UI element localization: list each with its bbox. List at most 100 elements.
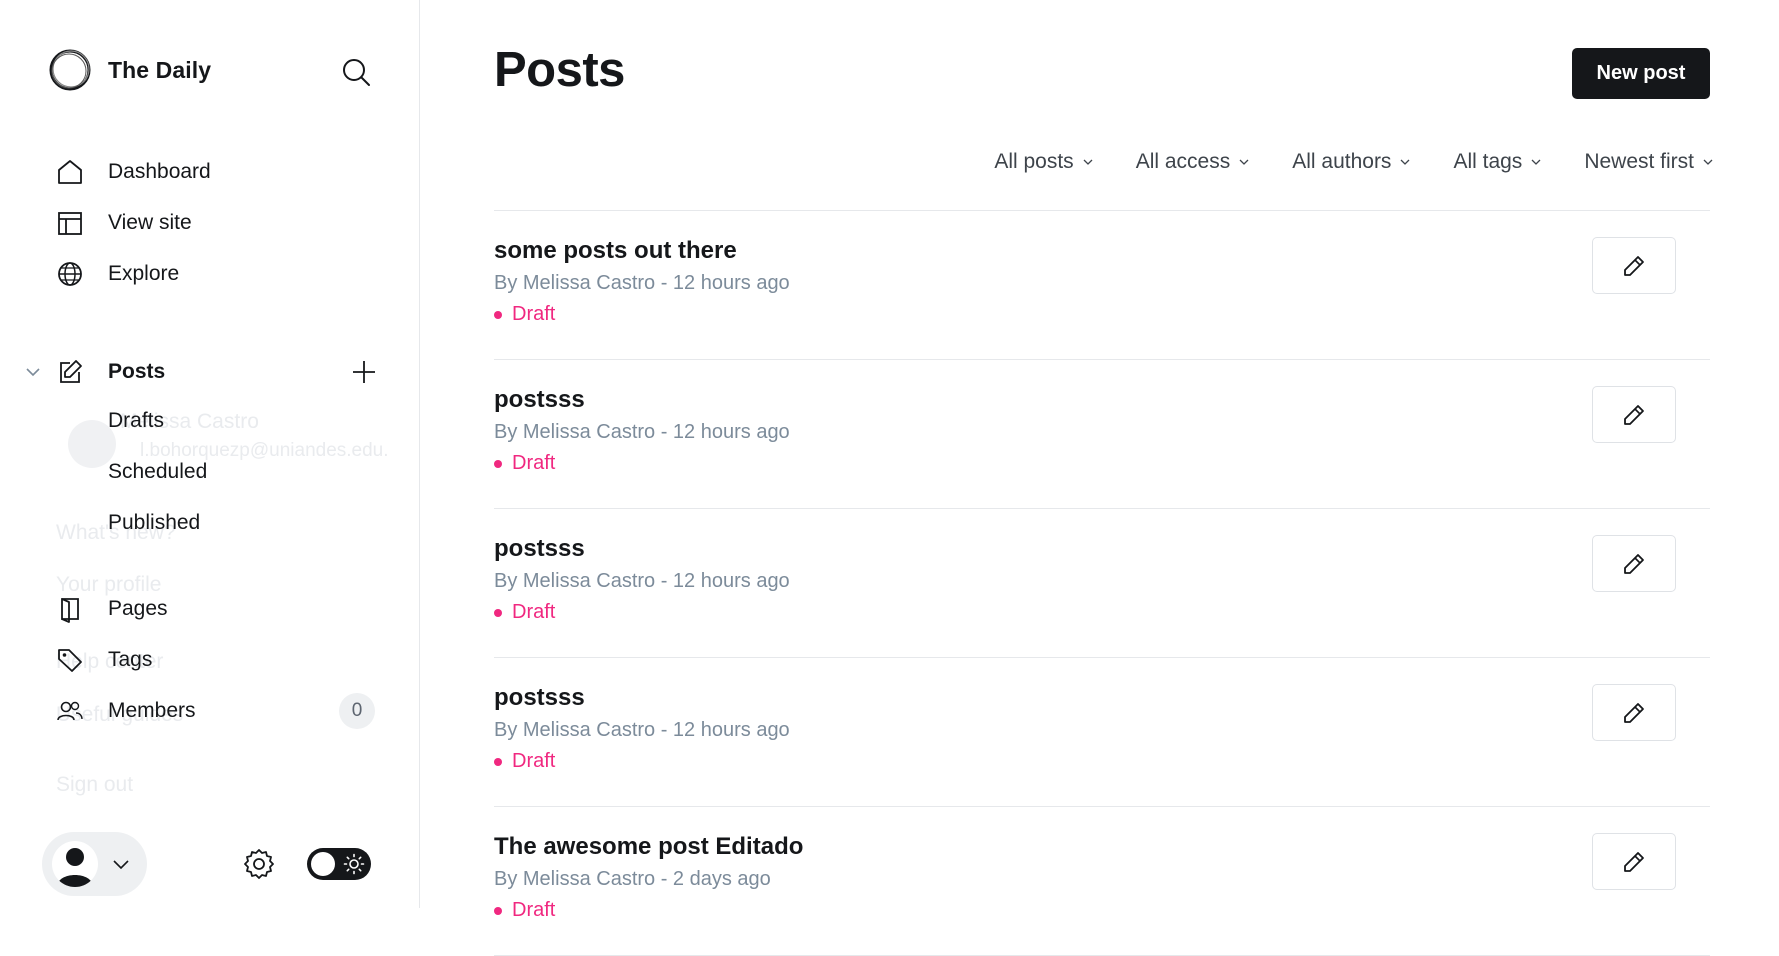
filter-tags[interactable]: All tags: [1453, 150, 1542, 174]
post-title[interactable]: some posts out there: [494, 237, 737, 265]
edit-post-button[interactable]: [1592, 237, 1676, 294]
nav-posts-label: Posts: [108, 360, 166, 383]
nav-pages[interactable]: Pages: [56, 583, 196, 634]
filter-access[interactable]: All access: [1136, 150, 1251, 174]
pencil-icon: [1624, 553, 1644, 574]
post-title[interactable]: postsss: [494, 386, 585, 414]
site-logo-icon: [49, 49, 91, 91]
chevron-down-icon: [1239, 159, 1249, 165]
sidebar: The Daily Dashboard View site Explore Po…: [0, 0, 420, 908]
chevron-down-icon: [1083, 159, 1093, 165]
status-badge: Draft: [494, 601, 555, 624]
edit-post-button[interactable]: [1592, 684, 1676, 741]
chevron-down-icon[interactable]: [22, 361, 44, 383]
members-icon: [56, 697, 84, 725]
status-label: Draft: [512, 601, 556, 623]
status-badge: Draft: [494, 303, 555, 326]
user-avatar-icon: [57, 848, 93, 887]
post-title[interactable]: The awesome post Editado: [494, 833, 803, 861]
filter-type[interactable]: All posts: [994, 150, 1093, 174]
status-dot: [494, 459, 502, 468]
nav-label: View site: [108, 210, 192, 234]
members-count-badge: 0: [339, 693, 375, 729]
edit-post-button[interactable]: [1592, 535, 1676, 592]
nav-view-site[interactable]: View site: [56, 197, 211, 248]
search-icon[interactable]: [340, 56, 372, 88]
pencil-icon: [1624, 851, 1644, 872]
chevron-down-icon: [1400, 159, 1410, 165]
layout-icon: [56, 209, 84, 237]
filter-bar: All posts All access All authors All tag…: [952, 150, 1714, 174]
secondary-nav: Pages Tags Members: [56, 583, 196, 736]
post-meta: By Melissa Castro - 2 days ago: [494, 868, 771, 890]
theme-toggle[interactable]: [307, 848, 371, 880]
filter-label: Newest first: [1584, 150, 1694, 173]
gear-icon[interactable]: [242, 847, 276, 881]
main-nav: Dashboard View site Explore: [56, 146, 211, 299]
nav-dashboard[interactable]: Dashboard: [56, 146, 211, 197]
user-menu-button[interactable]: [42, 832, 147, 896]
filter-label: All access: [1135, 150, 1231, 173]
post-title[interactable]: postsss: [494, 535, 585, 563]
filter-label: All authors: [1292, 150, 1392, 173]
post-meta: By Melissa Castro - 12 hours ago: [494, 272, 790, 294]
post-meta: By Melissa Castro - 12 hours ago: [494, 719, 790, 741]
post-meta: By Melissa Castro - 12 hours ago: [494, 421, 790, 443]
status-badge: Draft: [494, 899, 555, 922]
nav-tags[interactable]: Tags: [56, 634, 196, 685]
nav-posts[interactable]: Posts: [22, 352, 378, 392]
avatar: [52, 841, 98, 887]
page-title: Posts: [494, 43, 625, 97]
nav-members[interactable]: Members: [56, 685, 196, 736]
status-badge: Draft: [494, 452, 555, 475]
sun-icon: [343, 853, 365, 875]
list-item[interactable]: postsss By Melissa Castro - 12 hours ago…: [494, 509, 1710, 658]
list-item[interactable]: postsss By Melissa Castro - 12 hours ago…: [494, 658, 1710, 807]
home-icon: [56, 158, 84, 186]
nav-explore[interactable]: Explore: [56, 248, 211, 299]
nav-label: Members: [108, 698, 196, 722]
nav-label: Explore: [108, 261, 180, 285]
site-title: The Daily: [108, 56, 212, 83]
posts-list: some posts out there By Melissa Castro -…: [494, 210, 1710, 956]
chevron-down-icon: [1531, 159, 1541, 165]
add-post-icon[interactable]: [350, 358, 378, 386]
new-post-button[interactable]: New post: [1572, 48, 1710, 99]
filter-label: All posts: [994, 150, 1074, 173]
filter-label: All tags: [1453, 150, 1523, 173]
list-item[interactable]: postsss By Melissa Castro - 12 hours ago…: [494, 360, 1710, 509]
sidebar-footer: [42, 832, 432, 896]
subnav-published[interactable]: Published: [108, 497, 207, 548]
brand[interactable]: The Daily: [48, 48, 211, 92]
tag-icon: [56, 646, 84, 674]
pencil-icon: [1624, 255, 1644, 276]
post-meta: By Melissa Castro - 12 hours ago: [494, 570, 790, 592]
ghost-menu-item: Sign out: [56, 773, 134, 796]
edit-post-button[interactable]: [1592, 386, 1676, 443]
status-dot: [494, 757, 502, 766]
chevron-down-icon: [113, 860, 129, 870]
filter-authors[interactable]: All authors: [1292, 150, 1411, 174]
page-icon: [56, 595, 84, 623]
list-item[interactable]: some posts out there By Melissa Castro -…: [494, 211, 1710, 360]
nav-label: Dashboard: [108, 159, 211, 183]
posts-subnav: Drafts Scheduled Published: [108, 395, 207, 548]
subnav-drafts[interactable]: Drafts: [108, 395, 207, 446]
globe-icon: [56, 260, 84, 288]
status-badge: Draft: [494, 750, 555, 773]
list-item[interactable]: The awesome post Editado By Melissa Cast…: [494, 807, 1710, 956]
main-content: Posts New post All posts All access All …: [494, 0, 1714, 956]
status-dot: [494, 310, 502, 319]
toggle-knob: [311, 852, 335, 876]
filter-sort[interactable]: Newest first: [1584, 150, 1714, 174]
status-label: Draft: [512, 899, 556, 921]
post-title[interactable]: postsss: [494, 684, 585, 712]
pencil-icon: [1624, 702, 1644, 723]
status-label: Draft: [512, 303, 556, 325]
status-label: Draft: [512, 452, 556, 474]
status-dot: [494, 608, 502, 617]
edit-post-button[interactable]: [1592, 833, 1676, 890]
nav-label: Tags: [108, 647, 153, 671]
status-label: Draft: [512, 750, 556, 772]
subnav-scheduled[interactable]: Scheduled: [108, 446, 207, 497]
